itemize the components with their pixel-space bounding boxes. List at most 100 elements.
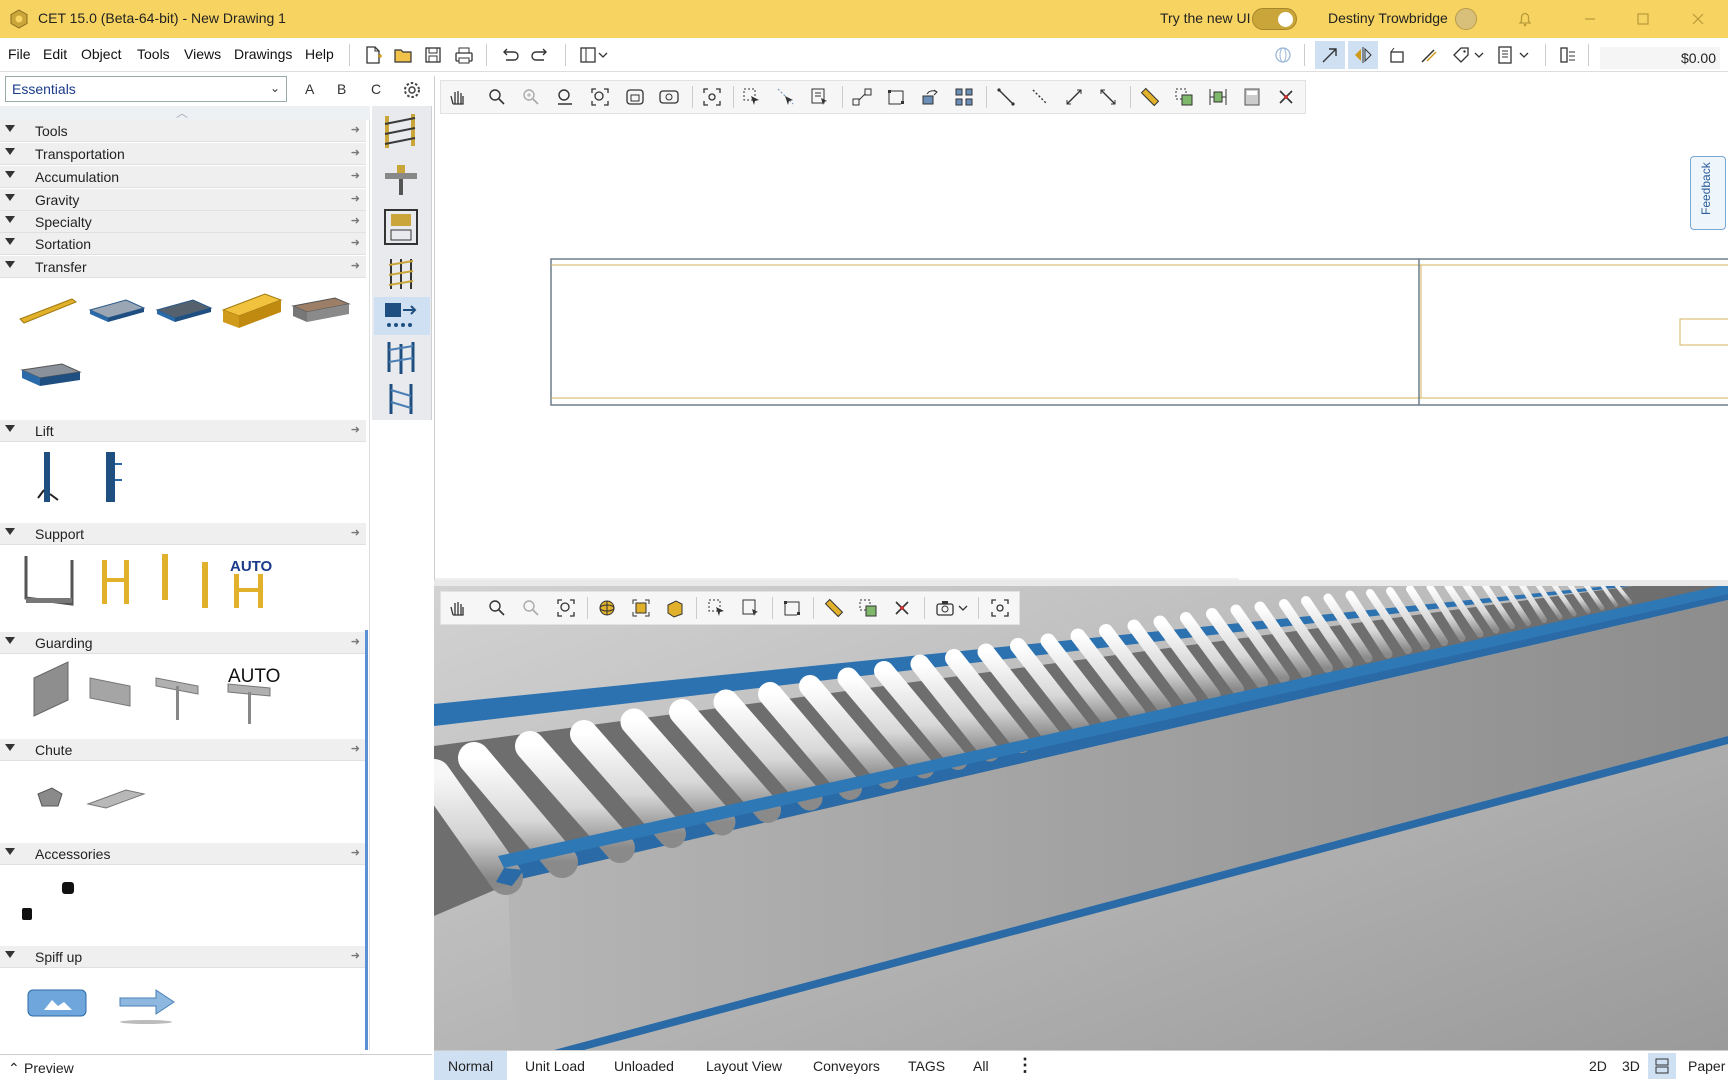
zoom-in-icon[interactable] <box>520 86 542 108</box>
print-icon[interactable] <box>453 44 475 66</box>
pin-icon[interactable]: ➜ <box>351 192 360 205</box>
stretch-icon[interactable] <box>781 597 803 619</box>
library-tab-b[interactable]: B <box>337 81 346 97</box>
lift-item-single[interactable] <box>36 450 62 506</box>
chevron-down-icon[interactable] <box>596 44 610 66</box>
menu-help[interactable]: Help <box>305 46 334 62</box>
zoom-extents-icon[interactable] <box>555 597 577 619</box>
menu-edit[interactable]: Edit <box>43 46 67 62</box>
tab-normal[interactable]: Normal <box>434 1051 508 1080</box>
line-tool-icon[interactable] <box>995 86 1017 108</box>
category-gravity[interactable]: Gravity ➜ <box>0 189 366 211</box>
array-icon[interactable] <box>953 86 975 108</box>
transfer-item-deck[interactable] <box>289 292 351 328</box>
minimize-icon[interactable] <box>1580 9 1600 29</box>
tab-all[interactable]: All <box>959 1051 1003 1080</box>
category-sortation[interactable]: Sortation ➜ <box>0 233 366 255</box>
menu-drawings[interactable]: Drawings <box>234 46 292 62</box>
notification-bell-icon[interactable] <box>1515 9 1535 29</box>
pin-icon[interactable]: ➜ <box>351 259 360 272</box>
mezzanine-icon[interactable] <box>379 380 423 418</box>
mirror-icon[interactable] <box>1352 44 1374 66</box>
guarding-item-shelf[interactable] <box>86 672 136 712</box>
connect-icon[interactable] <box>851 86 873 108</box>
tag-chevron-icon[interactable] <box>1472 44 1486 66</box>
accessory-item-2[interactable] <box>22 908 32 920</box>
guarding-item-rail[interactable] <box>154 672 202 724</box>
library-scrollbar[interactable] <box>365 630 368 1050</box>
category-support[interactable]: Support ➜ <box>0 523 366 545</box>
delete-x-icon[interactable] <box>1275 86 1297 108</box>
rack-icon[interactable] <box>379 112 423 150</box>
globe-icon[interactable] <box>1272 44 1294 66</box>
copy-paste-icon[interactable] <box>1173 86 1195 108</box>
zoom-icon[interactable] <box>486 86 508 108</box>
undo-icon[interactable] <box>498 44 520 66</box>
walk-view-icon[interactable] <box>664 597 686 619</box>
pin-icon[interactable]: ➜ <box>351 526 360 539</box>
category-spiff-up[interactable]: Spiff up ➜ <box>0 946 366 968</box>
select-properties-icon[interactable] <box>740 597 762 619</box>
pin-icon[interactable]: ➜ <box>351 846 360 859</box>
pan-hand-icon[interactable] <box>446 86 468 108</box>
dimension-icon[interactable] <box>1063 86 1085 108</box>
maximize-icon[interactable] <box>1633 9 1653 29</box>
category-guarding[interactable]: Guarding ➜ <box>0 632 366 654</box>
select-properties-icon[interactable] <box>809 86 831 108</box>
chute-item-straight[interactable] <box>86 786 146 812</box>
pin-icon[interactable]: ➜ <box>351 214 360 227</box>
transfer-item-grid[interactable] <box>18 356 82 396</box>
pin-icon[interactable]: ➜ <box>351 169 360 182</box>
measure-pen-icon[interactable] <box>1418 44 1440 66</box>
calculation-icon[interactable] <box>1557 44 1579 66</box>
pallet-rack-icon[interactable] <box>379 338 423 376</box>
tag-icon[interactable] <box>1450 44 1472 66</box>
storage-unit-icon[interactable] <box>379 208 423 246</box>
ruler-icon[interactable] <box>1139 86 1161 108</box>
pin-icon[interactable]: ➜ <box>351 236 360 249</box>
library-tab-c[interactable]: C <box>371 81 381 97</box>
transfer-item-belt[interactable] <box>18 293 78 329</box>
shape-icon[interactable] <box>1386 44 1408 66</box>
select-icon[interactable] <box>741 86 763 108</box>
close-icon[interactable] <box>1688 9 1708 29</box>
view-paper-button[interactable]: Paper <box>1688 1058 1725 1074</box>
pin-icon[interactable]: ➜ <box>351 123 360 136</box>
zoom-previous-icon[interactable] <box>554 86 576 108</box>
measure-distance-icon[interactable] <box>1097 86 1119 108</box>
guarding-item-auto[interactable] <box>226 678 274 728</box>
tab-layout-view[interactable]: Layout View <box>692 1051 796 1080</box>
select-icon[interactable] <box>706 597 728 619</box>
more-options-icon[interactable]: ⋮ <box>1016 1055 1034 1076</box>
view-2d-button[interactable]: 2D <box>1589 1058 1607 1074</box>
zoom-extents-icon[interactable] <box>589 86 611 108</box>
category-specialty[interactable]: Specialty ➜ <box>0 211 366 233</box>
select-crossing-icon[interactable] <box>775 86 797 108</box>
pan-hand-icon[interactable] <box>446 597 468 619</box>
save-icon[interactable] <box>422 44 444 66</box>
rotate-icon[interactable] <box>919 86 941 108</box>
transfer-item-mesh[interactable] <box>153 292 213 328</box>
category-transportation[interactable]: Transportation ➜ <box>0 143 366 165</box>
tab-tags[interactable]: TAGS <box>894 1051 959 1080</box>
category-chute[interactable]: Chute ➜ <box>0 739 366 761</box>
view-cube-icon[interactable] <box>630 597 652 619</box>
redo-icon[interactable] <box>530 44 552 66</box>
spiff-item-picture[interactable] <box>26 986 90 1020</box>
category-tools[interactable]: Tools ➜ <box>0 120 366 142</box>
dashed-line-icon[interactable] <box>1029 86 1051 108</box>
transfer-item-beam[interactable] <box>219 288 283 332</box>
support-item-auto[interactable] <box>230 572 272 612</box>
tab-unloaded[interactable]: Unloaded <box>600 1051 688 1080</box>
category-transfer[interactable]: Transfer ➜ <box>0 256 366 278</box>
library-select[interactable]: Essentials ⌄ <box>5 76 287 102</box>
pin-icon[interactable]: ➜ <box>351 423 360 436</box>
orbit-icon[interactable] <box>596 597 618 619</box>
snap-icon[interactable] <box>1319 44 1341 66</box>
pin-icon[interactable]: ➜ <box>351 635 360 648</box>
view-3d-button[interactable]: 3D <box>1622 1058 1640 1074</box>
accessory-item-1[interactable] <box>62 882 74 894</box>
chute-item-spiral[interactable] <box>36 786 64 810</box>
support-item-frame[interactable] <box>20 552 78 608</box>
focus-target-icon[interactable] <box>701 86 723 108</box>
